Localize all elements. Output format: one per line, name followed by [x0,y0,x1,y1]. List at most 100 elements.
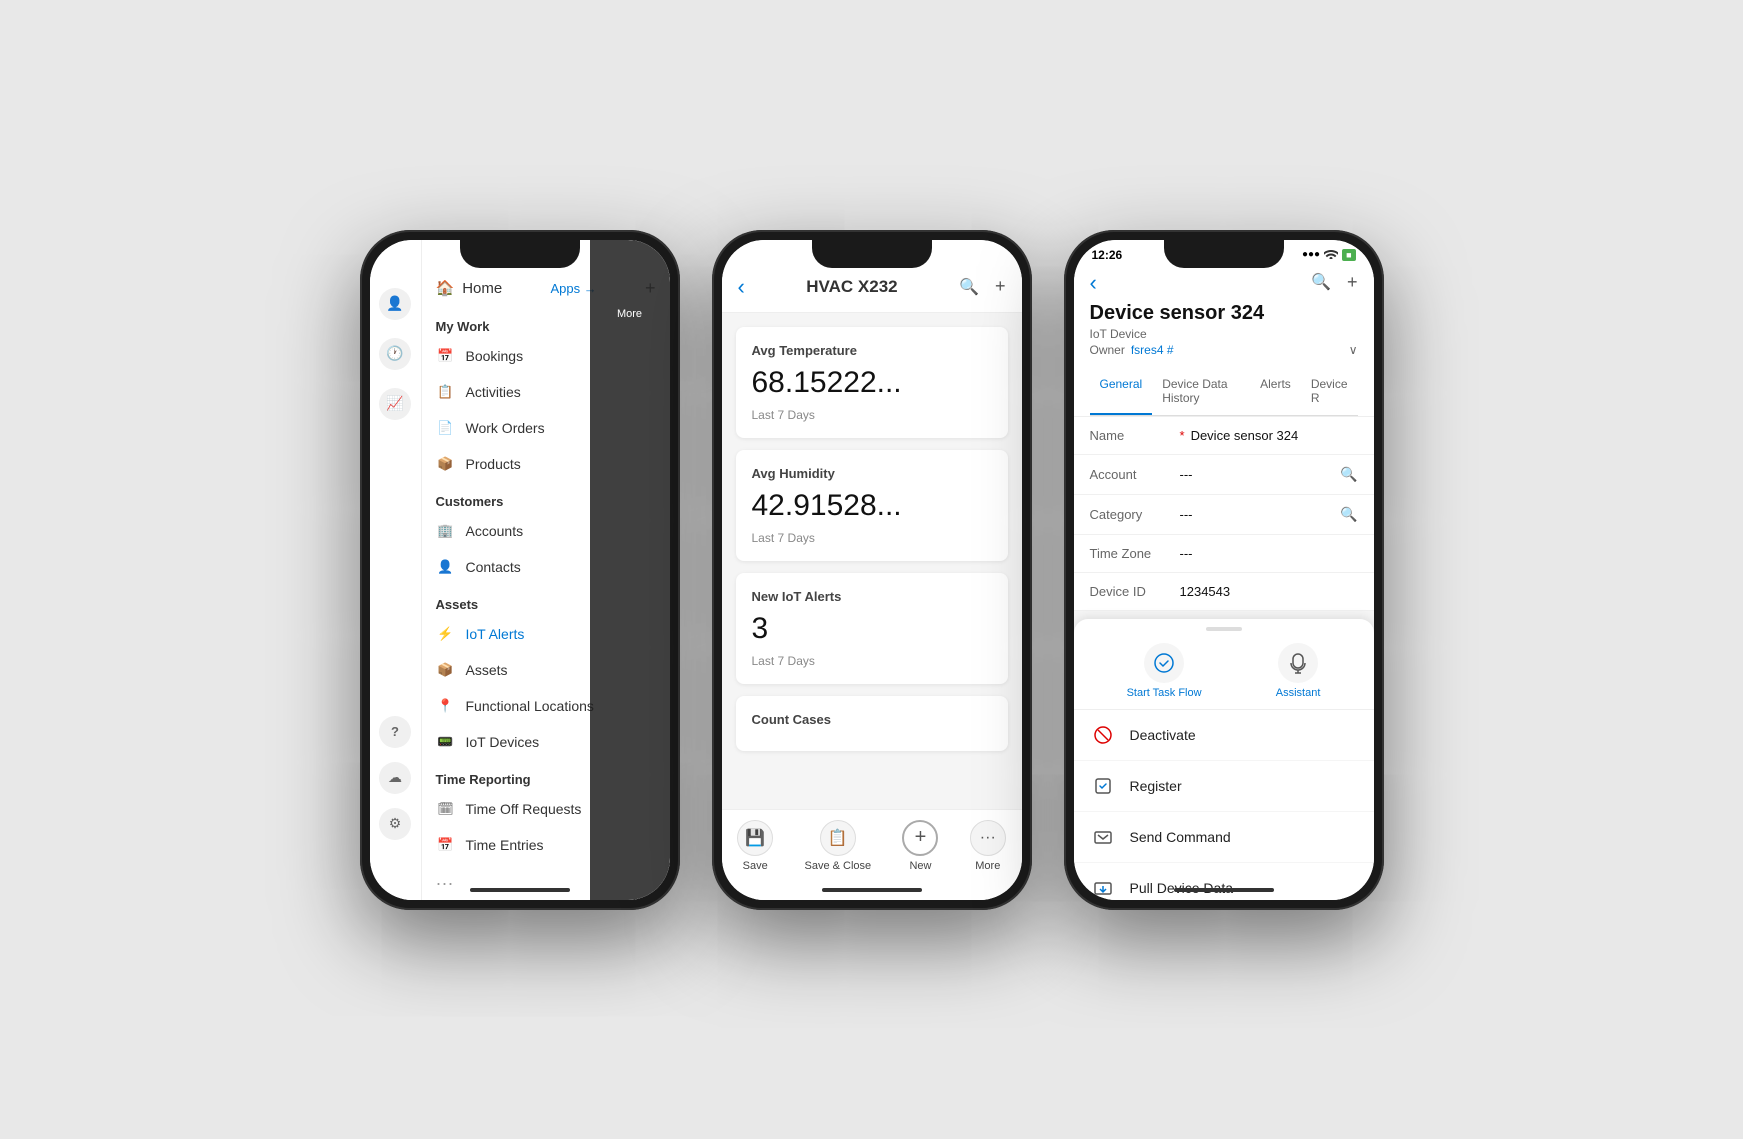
accounts-icon: 🏢 [436,521,456,541]
save-close-button[interactable]: 📋 Save & Close [804,820,871,872]
p3-device-title: Device sensor 324 [1090,302,1358,325]
p2-header-icons: 🔍 + [959,276,1005,297]
time-off-icon: 🗓 [436,799,456,819]
notch-1 [460,240,580,268]
new-label: New [909,860,931,872]
more-label: More [590,304,670,324]
more-button[interactable]: ··· More [970,820,1006,872]
p3-search-icon[interactable]: 🔍 [1311,272,1331,293]
p2-toolbar: 💾 Save 📋 Save & Close + New ··· More [722,809,1022,900]
field-timezone-label: Time Zone [1090,546,1180,561]
p3-fields: Name * Device sensor 324 Account --- 🔍 C… [1074,417,1374,611]
p3-owner-link[interactable]: fsres4 # [1131,343,1174,357]
help-icon[interactable]: ? [379,716,411,748]
home-bar-3 [1174,888,1274,892]
more-icon: ··· [970,820,1006,856]
field-account-value[interactable]: --- [1180,467,1341,482]
p3-back-button[interactable]: ‹ [1090,270,1097,296]
avg-humidity-title: Avg Humidity [752,466,992,481]
p2-back-button[interactable]: ‹ [738,274,745,300]
field-device-id-value[interactable]: 1234543 [1180,584,1358,599]
menu-deactivate[interactable]: Deactivate [1074,710,1374,761]
work-orders-icon: 📄 [436,418,456,438]
p3-add-icon[interactable]: + [1347,272,1358,293]
new-iot-alerts-value: 3 [752,612,992,646]
assistant-icon [1278,643,1318,683]
iot-devices-icon: 📟 [436,732,456,752]
bookings-label: Bookings [466,348,524,364]
phone-1: 👤 🕐 📈 ? ☁ ⚙ 🏠 Home Apps → [360,230,680,910]
assets-label: Assets [466,662,508,678]
tab-general[interactable]: General [1090,369,1153,415]
iot-devices-label: IoT Devices [466,734,540,750]
tab-alerts[interactable]: Alerts [1250,369,1301,415]
phone2-screen: ‹ HVAC X232 🔍 + Avg Temperature 68.15222… [722,240,1022,900]
new-button[interactable]: + New [902,820,938,872]
accounts-label: Accounts [466,523,524,539]
task-flow-icon [1144,643,1184,683]
p3-bottom-sheet: Start Task Flow Assistant [1074,619,1374,900]
register-icon [1090,773,1116,799]
field-timezone-value[interactable]: --- [1180,546,1358,561]
avg-temp-period: Last 7 Days [752,408,992,422]
field-category: Category --- 🔍 [1074,495,1374,535]
activities-label: Activities [466,384,521,400]
new-iot-alerts-title: New IoT Alerts [752,589,992,604]
cloud-icon[interactable]: ☁ [379,762,411,794]
time-entries-icon: 📅 [436,835,456,855]
field-account-search-icon[interactable]: 🔍 [1340,466,1357,483]
save-label: Save [743,860,768,872]
menu-register[interactable]: Register [1074,761,1374,812]
field-category-value[interactable]: --- [1180,507,1341,522]
p3-chevron-icon[interactable]: ∨ [1349,343,1358,357]
p3-device-info: Device sensor 324 IoT Device Owner fsres… [1090,302,1358,363]
p3-page-header: ‹ 🔍 + Device sensor 324 IoT Device Owner… [1074,266,1374,417]
functional-locations-label: Functional Locations [466,698,594,714]
start-task-flow-button[interactable]: Start Task Flow [1127,643,1202,699]
field-name-label: Name [1090,428,1180,443]
more-dots-icon: ··· [436,873,454,893]
products-label: Products [466,456,521,472]
iot-alerts-icon: ⚡ [436,624,456,644]
assistant-button[interactable]: Assistant [1276,643,1321,699]
status-icons: ●●● ■ [1302,248,1356,262]
tab-device-data-history[interactable]: Device Data History [1152,369,1250,415]
settings-icon[interactable]: ⚙ [379,808,411,840]
menu-pull-device-data[interactable]: Pull Device Data [1074,863,1374,900]
save-icon: 💾 [737,820,773,856]
iot-alerts-label: IoT Alerts [466,626,525,642]
field-name-value[interactable]: Device sensor 324 [1191,428,1358,443]
p2-add-icon[interactable]: + [995,276,1006,297]
save-button[interactable]: 💾 Save [737,820,773,872]
new-iot-alerts-card[interactable]: New IoT Alerts 3 Last 7 Days [736,573,1008,684]
p3-owner-label: Owner [1090,343,1125,357]
count-cases-card[interactable]: Count Cases [736,696,1008,751]
phone-3: 12:26 ●●● ■ ‹ 🔍 + [1064,230,1384,910]
p3-quick-actions: Start Task Flow Assistant [1074,631,1374,710]
nav-home-item[interactable]: 🏠 Home [436,279,503,297]
wifi-icon [1324,248,1338,262]
deactivate-icon [1090,722,1116,748]
chart-nav-icon[interactable]: 📈 [379,388,411,420]
clock-nav-icon[interactable]: 🕐 [379,338,411,370]
avg-humidity-card[interactable]: Avg Humidity 42.91528... Last 7 Days [736,450,1008,561]
user-nav-icon[interactable]: 👤 [379,288,411,320]
new-icon: + [902,820,938,856]
p2-search-icon[interactable]: 🔍 [959,277,979,297]
tab-device-r[interactable]: Device R [1301,369,1358,415]
send-command-icon [1090,824,1116,850]
home-icon: 🏠 [436,279,455,297]
count-cases-title: Count Cases [752,712,992,727]
register-label: Register [1130,778,1182,794]
field-category-search-icon[interactable]: 🔍 [1340,506,1357,523]
menu-send-command[interactable]: Send Command [1074,812,1374,863]
field-account: Account --- 🔍 [1074,455,1374,495]
time-entries-label: Time Entries [466,837,544,853]
contacts-icon: 👤 [436,557,456,577]
products-icon: 📦 [436,454,456,474]
bookings-icon: 📅 [436,346,456,366]
avg-temperature-card[interactable]: Avg Temperature 68.15222... Last 7 Days [736,327,1008,438]
p3-device-type: IoT Device [1090,327,1358,341]
save-close-label: Save & Close [804,860,871,872]
signal-icon: ●●● [1302,249,1320,260]
